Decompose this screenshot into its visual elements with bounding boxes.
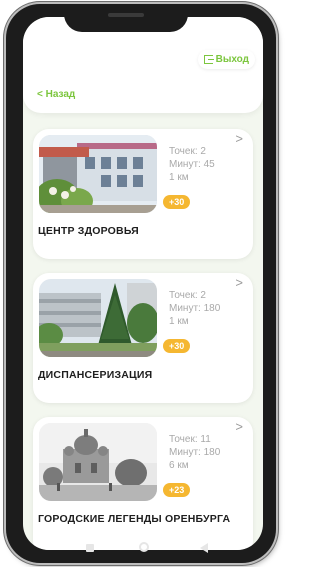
recent-apps-icon[interactable] [86,544,94,552]
bonus-badge: +23 [163,483,191,497]
bonus-badge: +30 [163,339,191,353]
route-title: ГОРОДСКИЕ ЛЕГЕНДЫ ОРЕНБУРГА [38,513,231,525]
exit-button[interactable]: Выход [197,50,255,69]
app-screen: Выход < Назад > Точек: 2 Минут: 45 1 км … [23,17,263,550]
route-title: ЦЕНТР ЗДОРОВЬЯ [38,225,139,237]
system-nav-bar [6,537,276,563]
minutes-count: Минут: 180 [169,447,221,458]
points-count: Точек: 2 [169,146,206,157]
chevron-right-icon: > [235,131,243,146]
logout-icon [203,55,214,64]
back-button[interactable]: < Назад [37,89,75,100]
route-stats: Точек: 11 Минут: 180 6 км [169,433,220,472]
back-triangle-icon[interactable] [200,543,208,553]
home-icon[interactable] [139,542,149,552]
route-image [39,279,157,357]
bonus-badge: +30 [163,195,191,209]
route-stats: Точек: 2 Минут: 180 1 км [169,289,220,328]
route-stats: Точек: 2 Минут: 45 1 км [169,145,215,184]
route-card[interactable]: > Точек: 2 Минут: 45 1 км +30 ЦЕНТР ЗДОР… [33,129,253,259]
points-count: Точек: 2 [169,290,206,301]
phone-frame: Выход < Назад > Точек: 2 Минут: 45 1 км … [6,4,276,563]
minutes-count: Минут: 45 [169,159,215,170]
route-image [39,135,157,213]
route-card[interactable]: > Точек: 2 Минут: 180 1 км +30 ДИСПАНСЕР… [33,273,253,403]
exit-label: Выход [215,54,249,65]
speaker-icon [108,13,144,17]
distance: 1 км [169,172,189,183]
route-title: ДИСПАНСЕРИЗАЦИЯ [38,369,153,381]
route-image [39,423,157,501]
chevron-right-icon: > [235,419,243,434]
distance: 1 км [169,316,189,327]
chevron-right-icon: > [235,275,243,290]
distance: 6 км [169,460,189,471]
minutes-count: Минут: 180 [169,303,221,314]
phone-notch [64,4,188,32]
route-card[interactable]: > Точек: 11 Минут: 180 6 км +23 ГОРОДСКИ… [33,417,253,550]
points-count: Точек: 11 [169,434,211,445]
